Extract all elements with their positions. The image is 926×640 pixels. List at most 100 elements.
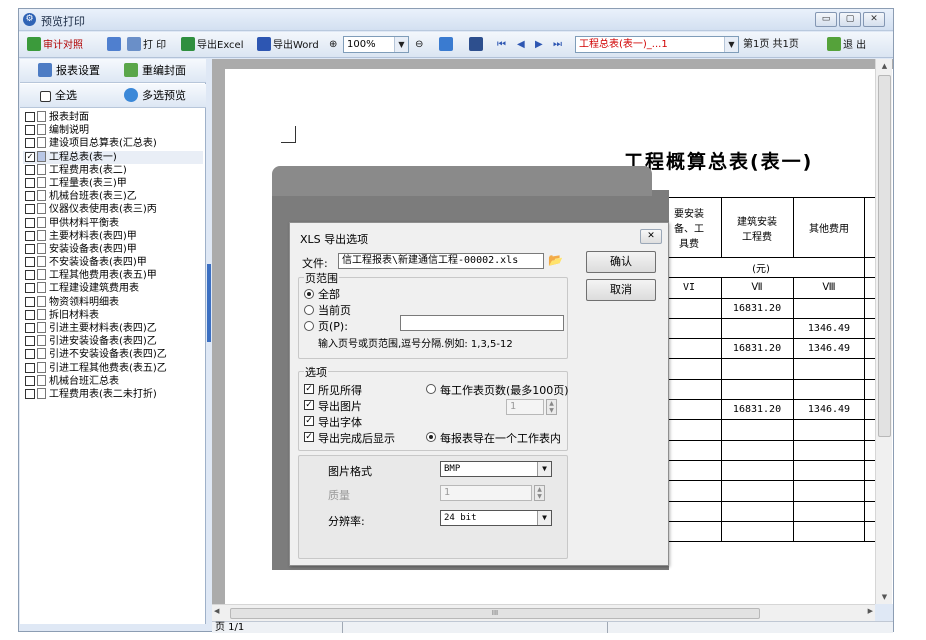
page-setup-button[interactable] <box>107 37 123 53</box>
tree-item[interactable]: 机械台班汇总表 <box>23 374 203 388</box>
minimize-button[interactable]: ▭ <box>815 12 837 27</box>
tree-item[interactable]: 主要材料表(表四)甲 <box>23 229 203 243</box>
pages-per-sheet-input[interactable]: 1 <box>506 399 544 415</box>
checkbox[interactable] <box>25 243 35 254</box>
checkbox[interactable] <box>25 349 35 360</box>
confirm-button[interactable]: 确认 <box>586 251 656 273</box>
range-pages-radio[interactable] <box>304 321 314 331</box>
checkbox[interactable] <box>25 257 35 268</box>
crop-mark <box>295 126 296 143</box>
file-path-input[interactable]: 信工程报表\新建通信工程-00002.xls <box>338 253 544 269</box>
checkbox[interactable] <box>25 191 35 202</box>
splitter-handle[interactable] <box>207 264 211 342</box>
report-settings-button[interactable]: 报表设置 <box>38 63 100 79</box>
tree-item[interactable]: 不安装设备表(表四)甲 <box>23 256 203 269</box>
rebuild-cover-button[interactable]: 重编封面 <box>124 63 186 79</box>
quality-spinner[interactable]: ▲ ▼ <box>534 485 545 501</box>
tree-item[interactable]: 编制说明 <box>23 124 203 137</box>
checkbox[interactable] <box>25 309 35 320</box>
export-fonts-checkbox[interactable]: ✓ <box>304 416 314 426</box>
checkbox[interactable] <box>25 336 35 347</box>
tree-item[interactable]: 工程费用表(表二) <box>23 163 203 177</box>
checkbox[interactable] <box>25 323 35 333</box>
tree-item[interactable]: 引进主要材料表(表四)乙 <box>23 322 203 335</box>
checkbox[interactable] <box>25 204 35 215</box>
print-button[interactable]: 打 印 <box>127 37 166 53</box>
tree-item[interactable]: 引进安装设备表(表四)乙 <box>23 335 203 348</box>
last-page-icon[interactable]: ⏭ <box>553 37 562 53</box>
dialog-close-button[interactable]: ✕ <box>640 229 662 244</box>
tree-item[interactable]: 工程量表(表三)甲 <box>23 176 203 190</box>
tree-item[interactable]: 仪器仪表使用表(表三)丙 <box>23 203 203 216</box>
zoom-out-icon[interactable]: ⊖ <box>415 37 423 53</box>
quality-input[interactable]: 1 <box>440 485 532 501</box>
checkbox[interactable] <box>25 112 35 122</box>
pages-per-sheet-radio[interactable] <box>426 384 436 394</box>
pages-spinner[interactable]: ▲ ▼ <box>546 399 557 415</box>
exit-button[interactable]: 退 出 <box>827 37 866 53</box>
checkbox[interactable] <box>25 125 35 136</box>
checkbox[interactable] <box>25 177 35 188</box>
checkbox[interactable] <box>25 270 35 281</box>
export-icon[interactable] <box>439 37 455 53</box>
tree-item[interactable]: 工程其他费用表(表五)甲 <box>23 269 203 282</box>
export-excel-button[interactable]: 导出Excel <box>181 37 244 53</box>
next-page-icon[interactable]: ▶ <box>535 37 543 53</box>
checkbox[interactable] <box>25 362 35 373</box>
vertical-scrollbar[interactable]: ▲ ▼ <box>875 59 892 604</box>
export-images-checkbox[interactable]: ✓ <box>304 400 314 410</box>
scroll-thumb[interactable]: III <box>230 608 760 619</box>
window-title: 预览打印 <box>41 15 85 28</box>
save-icon[interactable] <box>469 37 485 53</box>
range-current-radio[interactable] <box>304 305 314 315</box>
tree-item[interactable]: 物资领料明细表 <box>23 295 203 309</box>
wysiwyg-checkbox[interactable]: ✓ <box>304 384 314 394</box>
tree-item[interactable]: 建设项目总算表(汇总表) <box>23 137 203 150</box>
prev-page-icon[interactable]: ◀ <box>517 37 525 53</box>
checkbox[interactable] <box>25 283 35 294</box>
cancel-button[interactable]: 取消 <box>586 279 656 301</box>
checkbox[interactable] <box>25 164 35 175</box>
close-button[interactable]: ✕ <box>863 12 885 27</box>
tree-item[interactable]: 引进不安装设备表(表四)乙 <box>23 348 203 361</box>
select-all-button[interactable]: 全选 <box>40 88 77 104</box>
one-sheet-radio[interactable] <box>426 432 436 442</box>
tree-item[interactable]: 拆旧材料表 <box>23 308 203 322</box>
report-select[interactable]: 工程总表(表一)_...1 ▼ <box>575 36 739 53</box>
open-folder-icon[interactable]: 📂 <box>548 253 563 267</box>
scroll-right-icon[interactable]: ▶ <box>868 607 873 615</box>
export-word-button[interactable]: 导出Word <box>257 37 319 53</box>
tree-item[interactable]: 机械台班表(表三)乙 <box>23 190 203 203</box>
scroll-up-icon[interactable]: ▲ <box>876 59 893 73</box>
show-after-checkbox[interactable]: ✓ <box>304 432 314 442</box>
range-all-radio[interactable] <box>304 289 314 299</box>
scroll-down-icon[interactable]: ▼ <box>876 590 893 604</box>
tree-item[interactable]: 安装设备表(表四)甲 <box>23 242 203 256</box>
zoom-select[interactable]: 100% ▼ <box>343 36 409 53</box>
checkbox[interactable]: ✓ <box>25 151 35 162</box>
checkbox[interactable] <box>25 230 35 241</box>
first-page-icon[interactable]: ⏮ <box>497 37 506 53</box>
checkbox[interactable] <box>25 375 35 386</box>
horizontal-scrollbar[interactable]: ◀ III ▶ <box>212 604 875 621</box>
checkbox[interactable] <box>25 217 35 228</box>
scroll-thumb[interactable] <box>878 75 891 437</box>
tree-item[interactable]: ✓ 工程总表(表一) <box>23 150 203 164</box>
scroll-left-icon[interactable]: ◀ <box>214 607 219 615</box>
multi-preview-button[interactable]: 多选预览 <box>124 88 186 104</box>
checkbox[interactable] <box>25 296 35 307</box>
checkbox[interactable] <box>25 388 35 399</box>
tree-item[interactable]: 引进工程其他费表(表五)乙 <box>23 361 203 375</box>
tree-item[interactable]: 工程建设建筑费用表 <box>23 282 203 295</box>
table-cell <box>720 317 794 340</box>
page-range-input[interactable] <box>400 315 564 331</box>
tree-item[interactable]: 工程费用表(表二未打折) <box>23 387 203 401</box>
maximize-button[interactable]: ▢ <box>839 12 861 27</box>
image-format-select[interactable]: BMP ▼ <box>440 461 552 477</box>
checkbox[interactable] <box>25 138 35 149</box>
resolution-select[interactable]: 24 bit ▼ <box>440 510 552 526</box>
tree-item[interactable]: 甲供材料平衡表 <box>23 216 203 230</box>
zoom-in-icon[interactable]: ⊕ <box>329 37 337 53</box>
audit-compare-button[interactable]: 审计对照 <box>27 37 83 53</box>
tree-item[interactable]: 报表封面 <box>23 111 203 124</box>
